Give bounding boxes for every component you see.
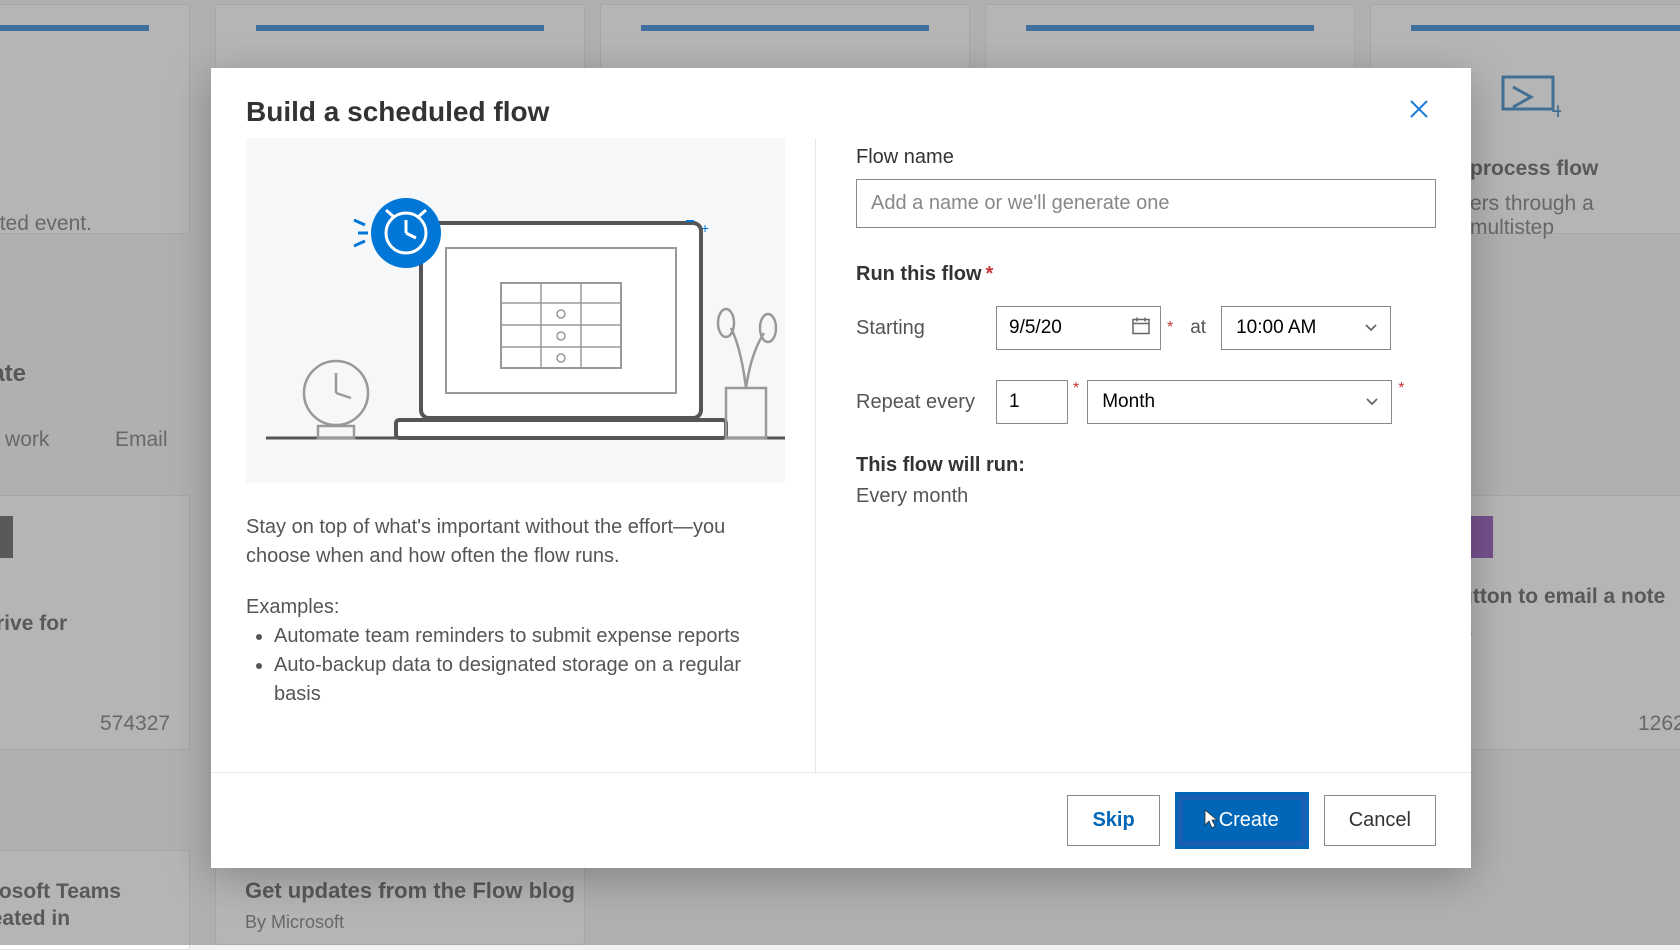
cursor-icon — [1201, 808, 1219, 835]
modal-header: Build a scheduled flow — [211, 68, 1471, 138]
close-icon[interactable] — [1402, 96, 1436, 126]
description-text: Stay on top of what's important without … — [246, 513, 785, 571]
chevron-down-icon — [1365, 391, 1379, 413]
starting-label: Starting — [856, 317, 996, 340]
flow-runs-value: Every month — [856, 485, 1436, 508]
run-this-flow-label: Run this flow* — [856, 263, 1436, 286]
skip-button[interactable]: Skip — [1067, 795, 1159, 846]
repeat-value-input[interactable] — [996, 380, 1068, 424]
examples-list: Automate team reminders to submit expens… — [246, 622, 785, 709]
chevron-down-icon — [1364, 317, 1378, 339]
schedule-illustration: + — [246, 138, 785, 483]
left-pane: + Stay on top of what's important withou… — [246, 138, 816, 772]
scheduled-flow-modal: Build a scheduled flow — [211, 68, 1471, 868]
modal-title: Build a scheduled flow — [246, 96, 549, 128]
examples-label: Examples: — [246, 596, 785, 619]
create-button[interactable]: Create — [1178, 795, 1306, 846]
repeat-label: Repeat every — [856, 391, 996, 414]
modal-footer: Skip Create Cancel — [211, 772, 1471, 868]
flow-name-label: Flow name — [856, 146, 1436, 169]
cancel-button[interactable]: Cancel — [1324, 795, 1436, 846]
flow-runs-label: This flow will run: — [856, 454, 1436, 477]
example-item: Auto-backup data to designated storage o… — [274, 651, 785, 709]
repeat-unit-select[interactable]: Month — [1087, 380, 1392, 424]
start-time-select[interactable]: 10:00 AM — [1221, 306, 1391, 350]
calendar-icon[interactable] — [1131, 316, 1151, 341]
repeat-row: Repeat every * Month * — [856, 380, 1436, 424]
starting-row: Starting * at 10:00 AM — [856, 306, 1436, 350]
flow-name-input[interactable] — [856, 179, 1436, 228]
svg-text:+: + — [701, 220, 709, 236]
at-label: at — [1190, 317, 1206, 339]
right-pane: Flow name Run this flow* Starting * at 1… — [816, 138, 1436, 772]
example-item: Automate team reminders to submit expens… — [274, 622, 785, 651]
